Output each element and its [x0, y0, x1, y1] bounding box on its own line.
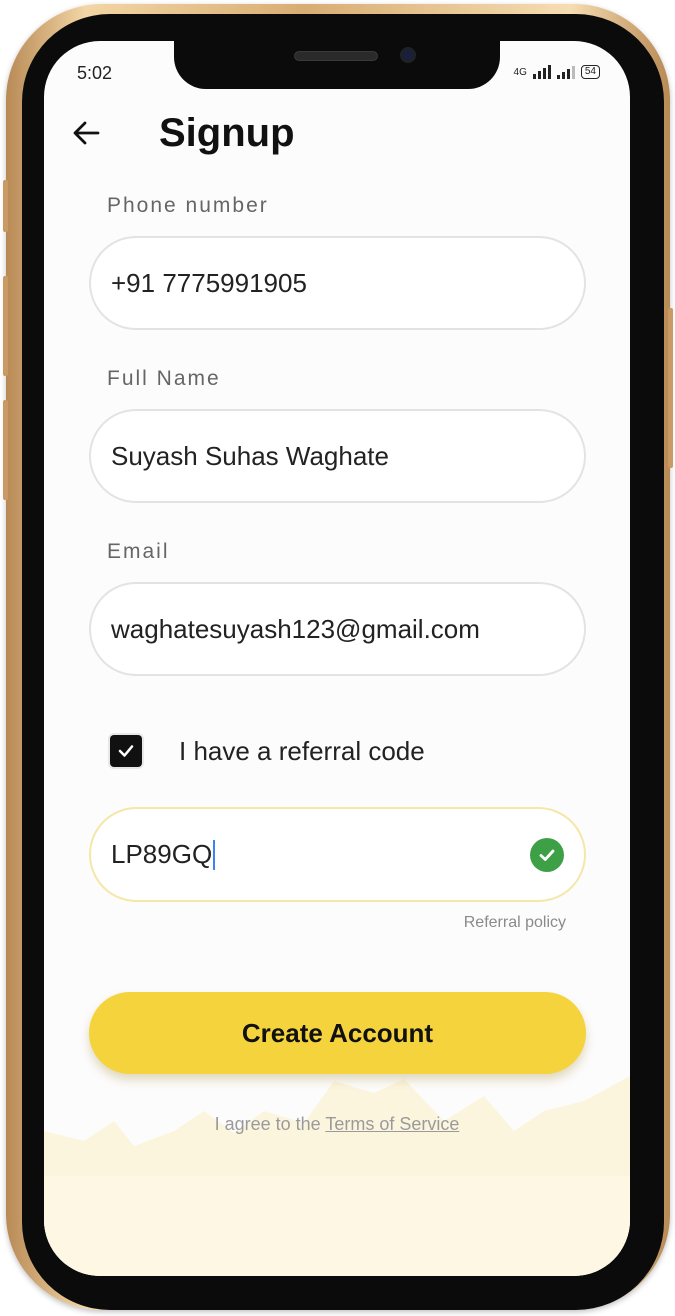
- phone-label: Phone number: [107, 194, 269, 217]
- full-name-label: Full Name: [107, 367, 221, 390]
- network-type: 4G: [513, 66, 527, 78]
- referral-policy-link[interactable]: Referral policy: [464, 914, 566, 932]
- referral-code-value[interactable]: LP89GQ: [111, 839, 212, 870]
- checkmark-icon: [539, 849, 555, 861]
- referral-checkbox-label: I have a referral code: [179, 735, 425, 766]
- status-time: 5:02: [77, 63, 113, 83]
- mute-switch: [3, 180, 8, 232]
- referral-checkbox-row[interactable]: I have a referral code: [110, 734, 425, 768]
- app-header: Signup: [44, 101, 630, 161]
- battery-icon: 54: [580, 65, 600, 79]
- terms-text: I agree to the Terms of Service: [44, 1114, 630, 1135]
- arrow-left-icon: [73, 121, 100, 145]
- front-camera: [400, 47, 416, 63]
- checkmark-icon: [118, 745, 134, 757]
- back-button[interactable]: [66, 113, 106, 153]
- referral-checkbox[interactable]: [110, 735, 142, 767]
- check-circle-icon: [530, 838, 564, 872]
- terms-of-service-link[interactable]: Terms of Service: [325, 1114, 459, 1134]
- page-title: Signup: [159, 111, 295, 155]
- email-label: Email: [107, 540, 170, 563]
- signal-icon-secondary: [556, 65, 575, 79]
- power-button: [668, 308, 673, 468]
- full-name-input[interactable]: [111, 440, 584, 472]
- terms-prefix: I agree to the: [214, 1114, 326, 1134]
- app-screen: 5:02 4G 54 Signup Phone number Full Name…: [44, 41, 630, 1276]
- decorative-background-wave: [44, 1076, 630, 1276]
- email-field[interactable]: [89, 582, 586, 676]
- text-cursor: [213, 839, 216, 870]
- volume-up-button: [3, 276, 8, 376]
- referral-code-field[interactable]: LP89GQ: [89, 807, 586, 902]
- volume-down-button: [3, 400, 8, 500]
- create-account-button[interactable]: Create Account: [89, 992, 586, 1074]
- speaker-grille: [294, 51, 378, 61]
- phone-input[interactable]: [111, 267, 584, 299]
- email-input[interactable]: [111, 613, 584, 645]
- notch: [174, 41, 500, 89]
- signal-icon: [532, 65, 551, 79]
- status-icons: 4G 54: [514, 65, 600, 79]
- phone-field[interactable]: [89, 236, 586, 330]
- full-name-field[interactable]: [89, 409, 586, 503]
